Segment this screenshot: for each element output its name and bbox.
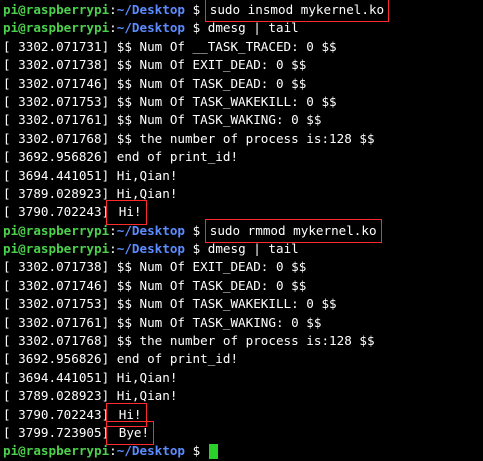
prompt-symbol: $ [185,222,208,238]
prompt-path: ~/Desktop [116,20,185,36]
prompt-user-host: pi@raspberrypi [3,443,110,459]
log-message: $$ Num Of TASK_WAKEKILL: 0 $$ [109,93,337,109]
rmmod-command-highlighted: sudo rmmod mykernel.ko [204,218,382,244]
terminal-window[interactable]: pi@raspberrypi: ~/Desktop $ sudo insmod m… [3,0,481,461]
log-line: [ 3302.071746] $$ Num Of TASK_DEAD: 0 $$ [3,75,481,93]
prompt-colon: : [109,2,117,17]
prompt-colon: : [109,222,117,238]
log-timestamp: [ 3302.071768] [3,333,110,349]
dmesg-command: dmesg | tail [207,241,299,257]
log-line-hi-highlighted: [ 3790.702243] Hi! [3,402,481,428]
log-timestamp: [ 3302.071738] [3,259,110,275]
prompt-line-rmmod: pi@raspberrypi: ~/Desktop $ sudo rmmod my… [3,218,481,244]
log-line: [ 3789.028923] Hi,Qian! [3,387,481,405]
prompt-colon: : [109,241,117,257]
log-timestamp: [ 3799.723905] [3,424,110,440]
log-line: [ 3302.071768] $$ the number of process … [3,130,481,148]
log-timestamp: [ 3692.956826] [3,351,110,367]
prompt-user-host: pi@raspberrypi [3,241,110,257]
log-message: $$ Num Of TASK_DEAD: 0 $$ [109,75,307,91]
log-message: Hi,Qian! [109,185,178,201]
log-line: [ 3302.071738] $$ Num Of EXIT_DEAD: 0 $$ [3,258,481,276]
prompt-path: ~/Desktop [116,443,185,459]
log-timestamp: [ 3694.441051] [3,167,110,183]
log-timestamp: [ 3302.071753] [3,93,110,109]
bye-message-highlighted: Bye! [106,420,155,446]
log-line-bye-highlighted: [ 3799.723905] Bye! [3,420,481,446]
log-timestamp: [ 3302.071731] [3,38,110,54]
log-timestamp: [ 3302.071768] [3,130,110,146]
log-timestamp: [ 3302.071761] [3,112,110,128]
prompt-symbol: $ [185,241,208,257]
log-line-hi-highlighted: [ 3790.702243] Hi! [3,200,481,225]
prompt-user-host: pi@raspberrypi [3,2,110,17]
dmesg-command: dmesg | tail [207,20,299,36]
log-line: [ 3692.956826] end of print_id! [3,148,481,166]
prompt-line-current[interactable]: pi@raspberrypi: ~/Desktop $ [3,442,481,460]
log-line: [ 3694.441051] Hi,Qian! [3,369,481,387]
log-message: $$ the number of process is:128 $$ [109,130,375,146]
prompt-path: ~/Desktop [116,241,185,257]
log-message: end of print_id! [109,149,239,165]
prompt-colon: : [109,20,117,36]
log-timestamp: [ 3302.071746] [3,75,110,91]
log-message: end of print_id! [109,351,239,367]
log-timestamp: [ 3790.702243] [3,204,110,220]
log-line: [ 3302.071746] $$ Num Of TASK_DEAD: 0 $$ [3,277,481,295]
log-line: [ 3694.441051] Hi,Qian! [3,167,481,185]
prompt-user-host: pi@raspberrypi [3,20,110,36]
log-message: $$ Num Of TASK_DEAD: 0 $$ [109,277,307,293]
prompt-path: ~/Desktop [116,2,185,17]
prompt-line-dmesg-1: pi@raspberrypi: ~/Desktop $ dmesg | tail [3,19,481,37]
log-line: [ 3302.071731] $$ Num Of __TASK_TRACED: … [3,38,481,56]
log-line: [ 3789.028923] Hi,Qian! [3,185,481,203]
log-message: $$ the number of process is:128 $$ [109,333,375,349]
log-line: [ 3302.071753] $$ Num Of TASK_WAKEKILL: … [3,93,481,111]
log-line: [ 3692.956826] end of print_id! [3,350,481,368]
prompt-line-insmod: pi@raspberrypi: ~/Desktop $ sudo insmod m… [3,0,481,23]
prompt-path: ~/Desktop [116,222,185,238]
log-message: $$ Num Of TASK_WAKING: 0 $$ [109,314,322,330]
hi-message-highlighted: Hi! [106,402,147,428]
log-timestamp: [ 3302.071746] [3,277,110,293]
log-message: $$ Num Of EXIT_DEAD: 0 $$ [109,57,307,73]
log-timestamp: [ 3302.071761] [3,314,110,330]
log-message: Hi,Qian! [109,388,178,404]
log-timestamp: [ 3692.956826] [3,149,110,165]
terminal-cursor[interactable] [208,444,218,460]
log-message: $$ Num Of __TASK_TRACED: 0 $$ [109,38,337,54]
log-message: $$ Num Of TASK_WAKEKILL: 0 $$ [109,296,337,312]
log-timestamp: [ 3790.702243] [3,406,110,422]
log-timestamp: [ 3694.441051] [3,369,110,385]
prompt-line-dmesg-2: pi@raspberrypi: ~/Desktop $ dmesg | tail [3,240,481,258]
log-line: [ 3302.071761] $$ Num Of TASK_WAKING: 0 … [3,314,481,332]
log-message: Hi,Qian! [109,167,178,183]
log-line: [ 3302.071738] $$ Num Of EXIT_DEAD: 0 $$ [3,56,481,74]
log-timestamp: [ 3302.071753] [3,296,110,312]
log-message: $$ Num Of EXIT_DEAD: 0 $$ [109,259,307,275]
log-timestamp: [ 3789.028923] [3,185,110,201]
prompt-symbol: $ [185,443,208,459]
log-message: $$ Num Of TASK_WAKING: 0 $$ [109,112,322,128]
insmod-command-highlighted: sudo insmod mykernel.ko [204,0,390,23]
hi-message-highlighted: Hi! [106,200,147,225]
prompt-user-host: pi@raspberrypi [3,222,110,238]
prompt-colon: : [109,443,117,459]
prompt-symbol: $ [185,20,208,36]
log-timestamp: [ 3789.028923] [3,388,110,404]
log-line: [ 3302.071753] $$ Num Of TASK_WAKEKILL: … [3,295,481,313]
log-line: [ 3302.071761] $$ Num Of TASK_WAKING: 0 … [3,111,481,129]
log-timestamp: [ 3302.071738] [3,57,110,73]
prompt-symbol: $ [185,2,208,17]
log-line: [ 3302.071768] $$ the number of process … [3,332,481,350]
log-message: Hi,Qian! [109,369,178,385]
